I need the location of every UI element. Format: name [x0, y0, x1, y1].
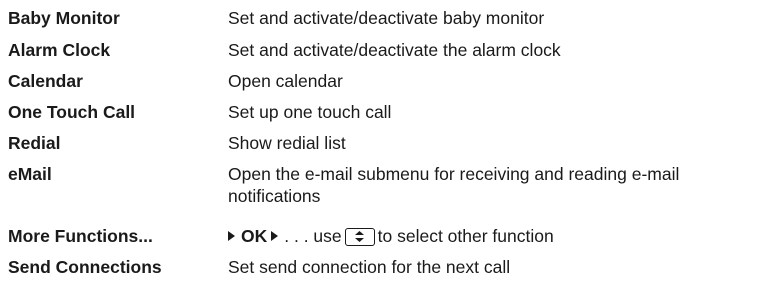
step-text: to select other function [377, 226, 554, 246]
step-arrow-icon [228, 231, 235, 241]
function-description: Open calendar [228, 71, 343, 91]
function-description: Set up one touch call [228, 102, 392, 122]
function-label: Calendar [8, 71, 83, 91]
function-label: More Functions... [8, 226, 153, 246]
ok-key-label: OK [241, 226, 268, 246]
function-description: Open the e-mail submenu for receiving an… [228, 164, 680, 206]
navigation-key-up-down-icon [344, 228, 375, 246]
function-description: Set and activate/deactivate baby monitor [228, 8, 545, 28]
function-description: Set send connection for the next call [228, 257, 511, 277]
function-label: Send Connections [8, 257, 162, 277]
function-description: Set and activate/deactivate the alarm cl… [228, 40, 561, 60]
function-table: Baby Monitor Set and activate/deactivate… [0, 0, 760, 294]
step-text: . . . use [284, 226, 342, 246]
function-label: One Touch Call [8, 102, 136, 122]
function-label: Redial [8, 133, 61, 153]
step-arrow-icon [271, 231, 279, 241]
function-description: Show redial list [228, 133, 346, 153]
function-label: Baby Monitor [8, 8, 120, 28]
function-label: Alarm Clock [8, 40, 111, 60]
function-description: OK . . . use to select other function [228, 225, 748, 247]
function-label: eMail [8, 164, 52, 184]
